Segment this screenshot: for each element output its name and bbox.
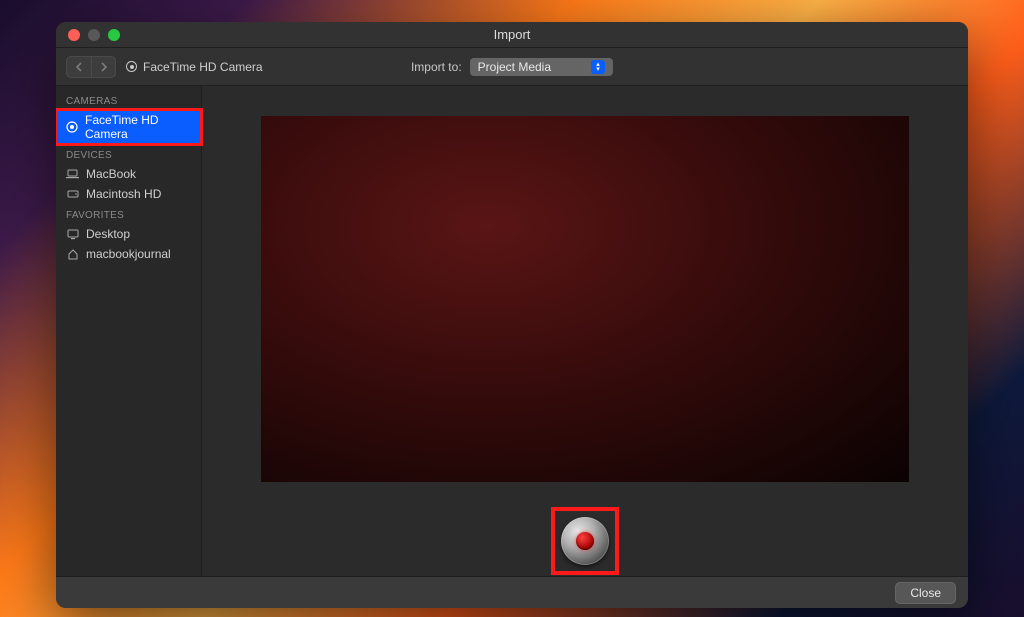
body: CAMERAS FaceTime HD Camera DEVICES MacBo… xyxy=(56,86,968,576)
sidebar-item-home[interactable]: macbookjournal xyxy=(56,244,201,264)
laptop-icon xyxy=(66,168,79,181)
close-window-icon[interactable] xyxy=(68,29,80,41)
close-button[interactable]: Close xyxy=(895,582,956,604)
preview-area xyxy=(202,86,968,506)
hdd-icon xyxy=(66,188,79,201)
record-button-highlight xyxy=(551,507,619,575)
sidebar-item-desktop[interactable]: Desktop xyxy=(56,224,201,244)
current-source-label: FaceTime HD Camera xyxy=(143,60,263,74)
window-title: Import xyxy=(56,27,968,42)
section-header-devices: DEVICES xyxy=(56,144,201,164)
sidebar-item-label: MacBook xyxy=(86,167,136,181)
sidebar-item-facetime-camera[interactable]: FaceTime HD Camera xyxy=(56,110,201,144)
import-window: Import FaceTime HD Camera Import to: Pro… xyxy=(56,22,968,608)
camera-preview xyxy=(261,116,909,482)
nav-buttons xyxy=(66,56,116,78)
chevron-right-icon xyxy=(100,62,108,72)
sidebar: CAMERAS FaceTime HD Camera DEVICES MacBo… xyxy=(56,86,202,576)
camera-icon xyxy=(66,121,78,134)
import-to-popup[interactable]: Project Media xyxy=(470,58,613,76)
sidebar-item-macintosh-hd[interactable]: Macintosh HD xyxy=(56,184,201,204)
record-button[interactable] xyxy=(561,517,609,565)
chevron-left-icon xyxy=(75,62,83,72)
main-area xyxy=(202,86,968,576)
popup-arrows-icon xyxy=(591,60,605,74)
minimize-window-icon[interactable] xyxy=(88,29,100,41)
window-controls xyxy=(56,29,120,41)
titlebar[interactable]: Import xyxy=(56,22,968,48)
record-icon xyxy=(576,532,594,550)
home-icon xyxy=(66,248,79,261)
controls-bar xyxy=(202,506,968,576)
sidebar-item-label: macbookjournal xyxy=(86,247,171,261)
fullscreen-window-icon[interactable] xyxy=(108,29,120,41)
sidebar-item-macbook[interactable]: MacBook xyxy=(56,164,201,184)
footer: Close xyxy=(56,576,968,608)
sidebar-item-label: FaceTime HD Camera xyxy=(85,113,191,141)
sidebar-item-label: Desktop xyxy=(86,227,130,241)
current-source: FaceTime HD Camera xyxy=(126,60,263,74)
forward-button[interactable] xyxy=(91,57,115,77)
back-button[interactable] xyxy=(67,57,91,77)
section-header-cameras: CAMERAS xyxy=(56,90,201,110)
import-to-label: Import to: xyxy=(411,60,462,74)
toolbar: FaceTime HD Camera Import to: Project Me… xyxy=(56,48,968,86)
import-to-value: Project Media xyxy=(478,60,551,74)
section-header-favorites: FAVORITES xyxy=(56,204,201,224)
desktop-background: Import FaceTime HD Camera Import to: Pro… xyxy=(0,0,1024,617)
import-to-group: Import to: Project Media xyxy=(411,58,613,76)
sidebar-item-label: Macintosh HD xyxy=(86,187,161,201)
close-button-label: Close xyxy=(910,586,941,600)
desktop-icon xyxy=(66,228,79,241)
camera-icon xyxy=(126,61,137,72)
